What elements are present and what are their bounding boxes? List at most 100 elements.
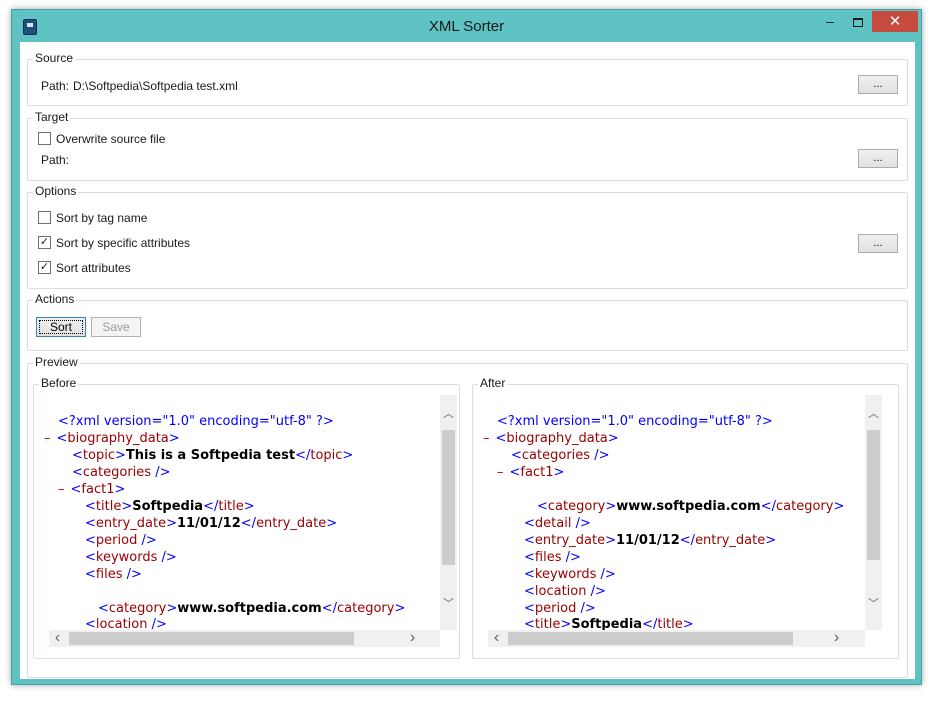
before-xml-view[interactable]: <?xml version="1.0" encoding="utf-8" ?> –… (40, 395, 440, 630)
xml-bracket: > (605, 499, 617, 514)
source-path-value[interactable]: D:\Softpedia\Softpedia test.xml (73, 79, 238, 93)
scroll-down-icon[interactable]: ﹀ (440, 595, 457, 611)
xml-bracket: < (98, 601, 109, 616)
xml-bracket: > (765, 533, 777, 548)
collapse-icon[interactable]: – (483, 431, 490, 446)
xml-value: 11/01/12 (177, 516, 241, 531)
collapse-icon[interactable]: – (58, 482, 65, 497)
xml-bracket: > (607, 431, 619, 446)
scroll-left-icon[interactable]: ‹ (488, 630, 505, 646)
app-window: XML Sorter – ✕ Source Path: D:\Softpedia… (11, 9, 922, 685)
xml-bracket: /> (571, 516, 591, 531)
xml-tag-name: entry_date (256, 516, 327, 531)
xml-bracket: /> (122, 567, 142, 582)
xml-bracket: /> (151, 465, 171, 480)
xml-bracket: </ (321, 601, 338, 616)
save-button[interactable]: Save (91, 317, 141, 337)
maximize-icon (853, 17, 863, 27)
maximize-button[interactable] (844, 11, 872, 32)
sort-specific-label[interactable]: Sort by specific attributes (56, 236, 190, 250)
xml-bracket: < (524, 567, 535, 582)
xml-bracket: < (85, 499, 96, 514)
xml-bracket: > (553, 465, 565, 480)
xml-line: <categories /> (511, 447, 609, 464)
xml-line: <?xml version="1.0" encoding="utf-8" ?> (497, 413, 773, 430)
xml-bracket: /> (157, 550, 177, 565)
xml-bracket: </ (642, 617, 658, 630)
xml-line: <categories /> (72, 464, 170, 481)
xml-bracket: </ (240, 516, 257, 531)
sort-tag-name-label[interactable]: Sort by tag name (56, 211, 147, 225)
xml-bracket: </ (203, 499, 219, 514)
xml-tag-name: keywords (534, 567, 597, 582)
actions-group: Actions Sort Save (27, 292, 908, 351)
xml-bracket: < (85, 567, 96, 582)
after-hscroll-thumb[interactable] (508, 632, 793, 645)
xml-bracket: > (605, 533, 616, 548)
xml-bracket: > (243, 499, 255, 514)
source-group: Source Path: D:\Softpedia\Softpedia test… (27, 51, 908, 106)
xml-bracket: < (495, 431, 507, 446)
before-hscroll-thumb[interactable] (69, 632, 354, 645)
after-xml-view[interactable]: <?xml version="1.0" encoding="utf-8" ?> –… (479, 395, 879, 630)
scroll-up-icon[interactable]: ︿ (440, 405, 457, 421)
xml-tag-name: entry_date (534, 533, 606, 548)
xml-bracket: > (833, 499, 845, 514)
before-vscroll-thumb[interactable] (442, 430, 455, 565)
after-panel: After <?xml version="1.0" encoding="utf-… (472, 376, 899, 659)
attributes-browse-button[interactable]: ... (858, 234, 898, 253)
xml-line: <period /> (85, 532, 157, 549)
xml-line: <entry_date>11/01/12</entry_date> (85, 515, 337, 532)
collapse-icon[interactable]: – (44, 431, 51, 446)
after-horizontal-scrollbar[interactable]: ‹ › (488, 630, 865, 647)
close-button[interactable]: ✕ (872, 11, 918, 32)
xml-bracket: </ (679, 533, 696, 548)
xml-declaration: <?xml version="1.0" encoding="utf-8" ?> (497, 414, 773, 429)
scroll-right-icon[interactable]: › (828, 630, 845, 646)
before-horizontal-scrollbar[interactable]: ‹ › (49, 630, 440, 647)
scroll-right-icon[interactable]: › (404, 630, 421, 646)
scroll-down-icon[interactable]: ﹀ (865, 595, 882, 611)
xml-bracket: < (537, 499, 548, 514)
xml-bracket: < (72, 465, 83, 480)
title-bar[interactable]: XML Sorter – ✕ (12, 10, 921, 42)
xml-tag-name: category (337, 601, 395, 616)
after-vscroll-thumb[interactable] (867, 430, 880, 560)
xml-line: <files /> (524, 549, 581, 566)
xml-line: <location /> (85, 616, 167, 630)
target-browse-button[interactable]: ... (858, 149, 898, 168)
xml-tag-name: categories (82, 465, 152, 480)
xml-bracket: > (326, 516, 338, 531)
sort-attributes-label[interactable]: Sort attributes (56, 261, 131, 275)
xml-tag-name: biography_data (67, 431, 169, 446)
before-panel: Before <?xml version="1.0" encoding="utf… (33, 376, 460, 659)
scroll-up-icon[interactable]: ︿ (865, 405, 882, 421)
xml-bracket: < (70, 482, 82, 497)
scroll-left-icon[interactable]: ‹ (49, 630, 66, 646)
overwrite-label[interactable]: Overwrite source file (56, 132, 165, 146)
minimize-button[interactable]: – (816, 11, 844, 32)
xml-value: www.softpedia.com (616, 499, 761, 514)
xml-line: <location /> (524, 583, 606, 600)
xml-bracket: /> (576, 601, 596, 616)
xml-bracket: < (524, 533, 535, 548)
xml-value: 11/01/12 (616, 533, 680, 548)
before-vertical-scrollbar[interactable]: ︿ ﹀ (440, 395, 457, 630)
after-panel-label: After (478, 376, 508, 390)
xml-tag-name: title (534, 617, 561, 630)
xml-bracket: > (168, 431, 180, 446)
xml-bracket: </ (760, 499, 777, 514)
xml-bracket: < (85, 533, 96, 548)
xml-line: – <fact1> (497, 464, 564, 481)
sort-attributes-checkbox[interactable]: ✓ (38, 261, 51, 274)
collapse-icon[interactable]: – (497, 465, 504, 480)
xml-tag-name: title (95, 499, 122, 514)
sort-tag-name-checkbox[interactable] (38, 211, 51, 224)
target-path-label: Path: (41, 153, 70, 167)
sort-button[interactable]: Sort (36, 317, 86, 337)
sort-specific-checkbox[interactable]: ✓ (38, 236, 51, 249)
source-browse-button[interactable]: ... (858, 75, 898, 94)
xml-bracket: /> (137, 533, 157, 548)
after-vertical-scrollbar[interactable]: ︿ ﹀ (865, 395, 882, 630)
overwrite-checkbox[interactable] (38, 132, 51, 145)
